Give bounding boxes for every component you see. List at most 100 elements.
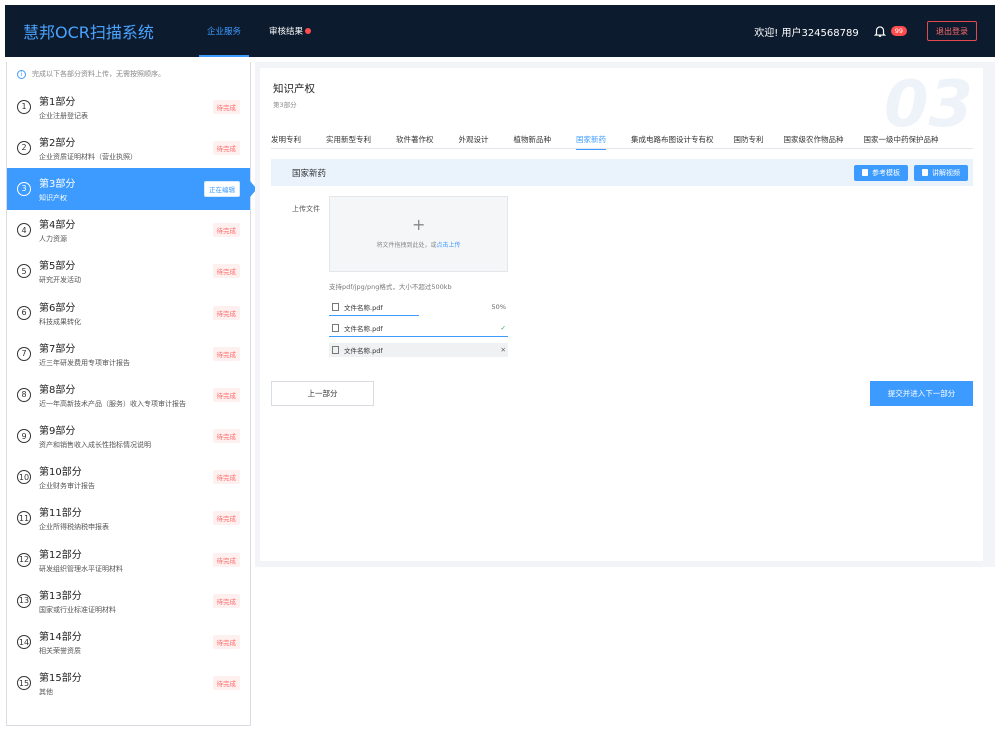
- notification-count-badge: 99: [890, 26, 907, 36]
- uploaded-file-row[interactable]: 文件名称.pdf 50%: [329, 300, 508, 316]
- sidebar-item-title: 第5部分: [39, 261, 76, 273]
- sidebar-item-subtitle: 近三年研发费用专项审计报告: [39, 358, 130, 367]
- file-name: 文件名称.pdf: [344, 325, 383, 333]
- step-number: 11: [17, 511, 31, 526]
- tab-9[interactable]: 国家一级中药保护品种: [864, 129, 939, 149]
- info-icon: i: [17, 69, 26, 79]
- sidebar-item-title: 第3部分: [39, 178, 76, 190]
- page-subtitle: 第3部分: [273, 101, 297, 109]
- page-title: 知识产权: [273, 83, 315, 95]
- tab-8[interactable]: 国家级农作物品种: [784, 129, 844, 149]
- step-number: 10: [17, 470, 31, 485]
- tab-3[interactable]: 外观设计: [459, 129, 489, 149]
- click-upload-link[interactable]: 点击上传: [437, 242, 461, 249]
- file-icon: [332, 346, 339, 354]
- section-title: 国家新药: [292, 168, 327, 179]
- reference-template-button[interactable]: 参考模板: [854, 164, 908, 181]
- step-number: 12: [17, 552, 31, 567]
- sidebar-item-part-10[interactable]: 10 第10部分 企业财务审计报告 待完成: [7, 457, 250, 498]
- status-badge: 待完成: [212, 429, 240, 444]
- explain-video-button[interactable]: 讲解视频: [914, 164, 968, 181]
- status-badge: 待完成: [212, 99, 240, 114]
- sidebar-item-part-9[interactable]: 9 第9部分资产和销售收入成长性指标情况说明 待完成: [7, 416, 250, 457]
- status-badge: 待完成: [212, 593, 240, 608]
- nav-label: 审核结果: [269, 27, 304, 37]
- sidebar-item-subtitle: 企业所得税纳税申报表: [39, 523, 109, 532]
- sidebar-item-text: 第8部分 近一年高新技术产品（服务）收入专项审计报告: [39, 381, 213, 409]
- section-actions: 参考模板 讲解视频: [848, 164, 968, 181]
- sidebar-item-part-1[interactable]: 1 第1部分 企业注册登记表 待完成: [7, 86, 250, 127]
- upload-progress-bar: [329, 335, 508, 337]
- button-label: 参考模板: [872, 168, 900, 177]
- status-badge: 待完成: [212, 470, 240, 485]
- uploaded-file-row[interactable]: 文件名称.pdf ✕: [329, 343, 508, 357]
- sidebar-item-part-13[interactable]: 13 第13部分 国家或行业标准证明材料 待完成: [7, 580, 250, 621]
- uploaded-file-row[interactable]: 文件名称.pdf ✓: [329, 321, 508, 337]
- sidebar-item-subtitle: 近一年高新技术产品（服务）收入专项审计报告: [39, 399, 186, 408]
- sidebar-item-part-8[interactable]: 8 第8部分 近一年高新技术产品（服务）收入专项审计报告 待完成: [7, 374, 250, 415]
- sidebar-item-part-6[interactable]: 6 第6部分 科技成果转化 待完成: [7, 292, 250, 333]
- sidebar-item-part-3[interactable]: 3 第3部分 知识产权 正在编辑: [7, 168, 257, 210]
- logout-button[interactable]: 退出登录: [927, 21, 977, 41]
- sidebar-item-part-5[interactable]: 5 第5部分 研究开发活动 待完成: [7, 251, 250, 292]
- step-number: 9: [17, 429, 31, 444]
- tab-5[interactable]: 国家新药: [576, 129, 606, 150]
- upload-progress-bar: [329, 314, 419, 316]
- step-number: 6: [17, 305, 31, 320]
- sidebar-item-part-7[interactable]: 7 第7部分 近三年研发费用专项审计报告 待完成: [7, 333, 250, 374]
- top-nav: 企业服务 审核结果: [193, 5, 325, 57]
- file-name: 文件名称.pdf: [344, 347, 383, 355]
- sidebar-item-title: 第11部分: [39, 508, 82, 520]
- tab-1[interactable]: 实用新型专利: [326, 129, 371, 149]
- tab-0[interactable]: 发明专利: [271, 129, 301, 149]
- tab-6[interactable]: 集成电路布图设计专有权: [631, 129, 714, 149]
- status-badge: 待完成: [212, 140, 240, 155]
- sidebar-item-part-4[interactable]: 4 第4部分 人力资源 待完成: [7, 210, 250, 251]
- sidebar-item-title: 第9部分: [39, 426, 76, 438]
- status-badge: 待完成: [212, 552, 240, 567]
- sidebar-item-subtitle: 相关荣誉资质: [39, 647, 81, 656]
- sidebar-item-subtitle: 资产和销售收入成长性指标情况说明: [39, 441, 151, 450]
- sidebar-item-text: 第6部分 科技成果转化: [39, 299, 213, 327]
- sidebar-item-part-2[interactable]: 2 第2部分 企业资质证明材料（营业执照） 待完成: [7, 127, 250, 168]
- category-tabs: 发明专利 实用新型专利 软件著作权 外观设计 植物新品种 国家新药 集成电路布图设计专有权国…: [271, 129, 973, 150]
- upload-progress-text: 50%: [491, 303, 506, 311]
- sidebar-item-part-11[interactable]: 11 第11部分 企业所得税纳税申报表 待完成: [7, 498, 250, 539]
- submit-next-section-button[interactable]: 提交并进入下一部分: [870, 381, 973, 406]
- sidebar-item-text: 第1部分 企业注册登记表: [39, 93, 213, 121]
- tab-7[interactable]: 国防专利: [734, 129, 764, 149]
- sidebar-item-part-15[interactable]: 15 第15部分 其他 待完成: [7, 663, 250, 704]
- sidebar-item-title: 第4部分: [39, 220, 76, 232]
- previous-section-button[interactable]: 上一部分: [271, 381, 374, 406]
- status-badge: 待完成: [212, 346, 240, 361]
- sidebar-item-title: 第1部分: [39, 96, 76, 108]
- tip-text: 完成以下各部分资料上传，无需按照顺序。: [32, 70, 165, 78]
- status-badge: 待完成: [212, 511, 240, 526]
- welcome-text: 欢迎! 用户324568789: [754, 27, 859, 39]
- status-badge: 正在编辑: [204, 180, 240, 197]
- sidebar-item-title: 第13部分: [39, 590, 82, 602]
- notification-dot: [305, 28, 312, 34]
- sidebar-item-title: 第14部分: [39, 632, 82, 644]
- sidebar-item-part-12[interactable]: 12 第12部分 研发组织管理水平证明材料 待完成: [7, 539, 250, 580]
- nav-label: 企业服务: [207, 27, 242, 37]
- sidebar-item-subtitle: 人力资源: [39, 235, 67, 244]
- nav-review-result[interactable]: 审核结果: [255, 5, 325, 57]
- app-logo[interactable]: 慧邦OCR扫描系统: [23, 19, 183, 43]
- sidebar-item-text: 第11部分企业所得税纳税申报表: [39, 504, 213, 532]
- sidebar-item-subtitle: 企业资质证明材料（营业执照）: [39, 152, 137, 161]
- file-dropzone[interactable]: + 将文件拖拽到此处，或点击上传: [329, 196, 508, 272]
- notification-button[interactable]: 99: [873, 24, 907, 38]
- sidebar-list: 1 第1部分 企业注册登记表 待完成 2 第2部分 企业资质证明材料（营业执照） 待完成 3 第3…: [7, 86, 257, 704]
- nav-enterprise-service[interactable]: 企业服务: [193, 5, 255, 57]
- remove-file-icon[interactable]: ✕: [501, 346, 506, 354]
- drop-instruction: 将文件拖拽到此处，或: [376, 242, 437, 249]
- file-name: 文件名称.pdf: [344, 304, 383, 312]
- video-icon: [922, 169, 928, 176]
- sidebar-item-part-14[interactable]: 14 第14部分 相关荣誉资质 待完成: [7, 621, 250, 662]
- sidebar-item-title: 第15部分: [39, 673, 82, 685]
- status-badge: 待完成: [212, 387, 240, 402]
- tab-4[interactable]: 植物新品种: [514, 129, 552, 149]
- tab-2[interactable]: 软件著作权: [396, 129, 434, 149]
- step-number: 5: [17, 264, 31, 279]
